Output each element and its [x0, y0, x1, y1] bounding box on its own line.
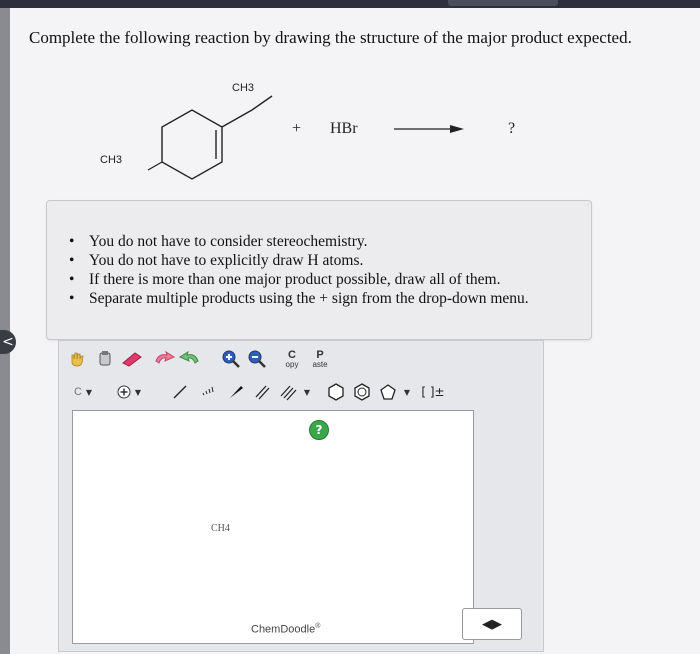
plus-sign: + [292, 120, 302, 137]
wedge-bond-icon[interactable] [224, 380, 248, 404]
resize-arrows-button[interactable]: ◀▶ [462, 608, 522, 640]
single-bond-icon[interactable] [168, 380, 192, 404]
paste-button[interactable]: P aste [308, 346, 332, 372]
top-tab[interactable] [448, 0, 558, 6]
pentagon-ring-icon[interactable] [376, 380, 400, 404]
cyclohexene-structure [147, 95, 273, 180]
ch4-label: CH4 [211, 523, 230, 534]
charge-tool[interactable]: ▼ [110, 382, 148, 402]
instruction-item: • You do not have to explicitly draw H at… [69, 252, 364, 269]
chevron-down-icon: ▼ [134, 387, 142, 397]
reagent-label: HBr [330, 120, 358, 137]
reaction-arrow [394, 125, 464, 133]
chevron-down-icon: ▼ [85, 387, 93, 397]
charge-bracket-button[interactable]: [ ]± [418, 382, 448, 402]
hexagon-ring-icon[interactable] [324, 380, 348, 404]
zoom-in-icon[interactable] [220, 348, 242, 370]
hash-bond-icon[interactable] [196, 380, 220, 404]
redo-icon[interactable] [178, 348, 202, 370]
benzene-ring-icon[interactable] [350, 380, 374, 404]
atom-selector[interactable]: C ▼ [68, 382, 98, 402]
product-placeholder: ? [508, 120, 516, 137]
undo-icon[interactable] [152, 348, 176, 370]
hand-icon[interactable] [66, 348, 88, 370]
reaction-scheme: CH3 CH3 + HBr ? [90, 72, 560, 192]
instructions-box: • You do not have to consider stereochemi… [46, 200, 592, 340]
chemdoodle-logo: ChemDoodle® [251, 623, 321, 636]
question-prompt: Complete the following reaction by drawi… [29, 28, 632, 47]
bond-dropdown[interactable]: ▼ [300, 382, 314, 402]
drawing-canvas[interactable]: CH4 ? ChemDoodle® [72, 410, 474, 644]
ch3-top-label: CH3 [232, 82, 255, 94]
editor-toolbar: C opy P aste C ▼ ▼ ▼ ▼ [ ]± [71, 346, 472, 406]
eraser-icon[interactable] [120, 348, 146, 370]
top-bar [0, 0, 700, 8]
zoom-out-icon[interactable] [246, 348, 268, 370]
instruction-item: • If there is more than one major product… [69, 271, 501, 288]
triple-bond-icon[interactable] [276, 380, 300, 404]
instruction-item: • You do not have to consider stereochemi… [69, 233, 368, 250]
chevron-down-icon: ▼ [403, 387, 411, 397]
lasso-icon[interactable] [94, 348, 116, 370]
chevron-down-icon: ▼ [303, 387, 311, 397]
double-bond-icon[interactable] [250, 380, 274, 404]
ch3-left-label: CH3 [100, 154, 123, 166]
copy-button[interactable]: C opy [280, 346, 304, 372]
help-icon[interactable]: ? [309, 420, 329, 440]
instruction-item: • Separate multiple products using the + … [69, 290, 529, 307]
ring-dropdown[interactable]: ▼ [400, 382, 414, 402]
